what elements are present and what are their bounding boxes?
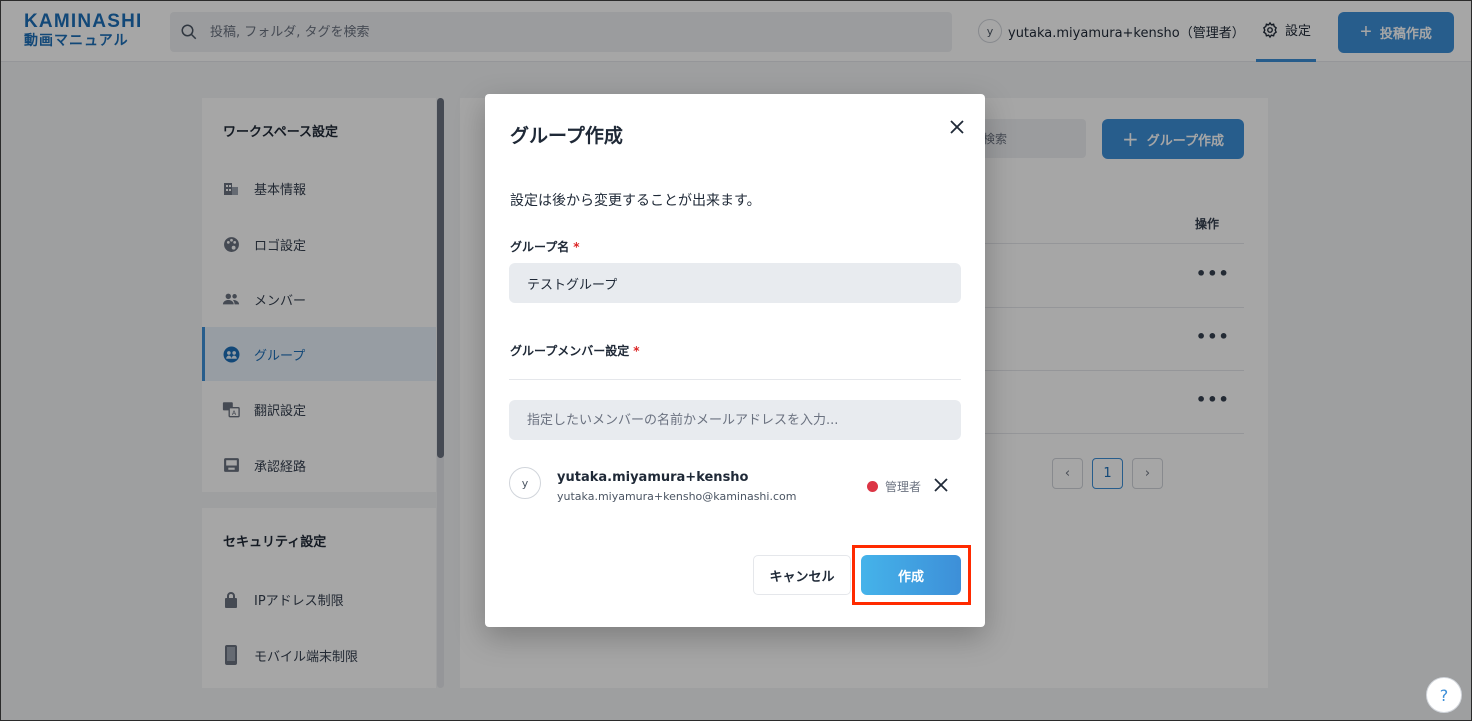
group-name-input[interactable] <box>509 263 961 303</box>
member-name: yutaka.miyamura+kensho <box>557 470 749 485</box>
cancel-button[interactable]: キャンセル <box>753 555 851 595</box>
modal-description: 設定は後から変更することが出来ます。 <box>510 193 761 209</box>
member-role-label: 管理者 <box>885 480 922 494</box>
group-member-label-text: グループメンバー設定 <box>510 344 630 358</box>
member-avatar: y <box>509 467 541 499</box>
required-mark: * <box>573 240 580 254</box>
create-button[interactable]: 作成 <box>861 555 961 595</box>
role-dot-icon <box>867 481 878 492</box>
remove-member-icon[interactable] <box>933 477 949 493</box>
member-list-item: y yutaka.miyamura+kensho yutaka.miyamura… <box>509 467 961 507</box>
group-name-label: グループ名 * <box>510 238 580 255</box>
member-search-input[interactable] <box>509 400 961 440</box>
close-icon[interactable] <box>947 117 967 137</box>
group-member-label: グループメンバー設定 * <box>510 342 640 359</box>
group-name-label-text: グループ名 <box>510 240 570 254</box>
required-mark: * <box>633 344 640 358</box>
modal-title: グループ作成 <box>510 125 623 147</box>
member-role-badge[interactable]: 管理者 <box>867 478 921 495</box>
member-email: yutaka.miyamura+kensho@kaminashi.com <box>557 490 797 503</box>
help-button[interactable]: ? <box>1426 677 1462 713</box>
create-group-modal: グループ作成 設定は後から変更することが出来ます。 グループ名* グループメンバ… <box>485 94 985 627</box>
member-divider <box>509 379 961 380</box>
